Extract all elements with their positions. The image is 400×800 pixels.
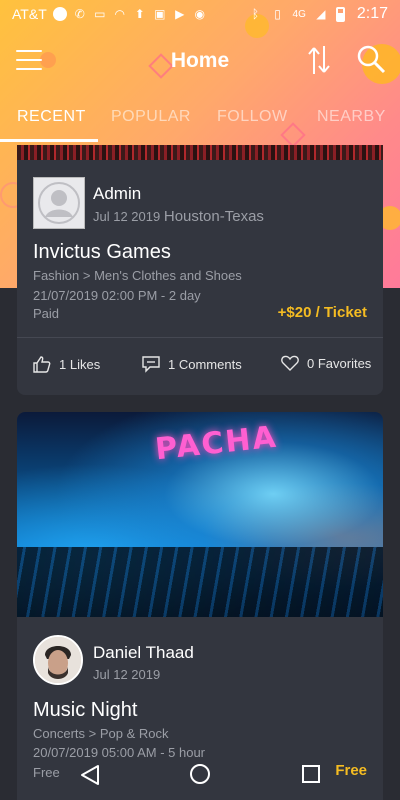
app-header: Home: [0, 36, 400, 86]
favorites-count: 0 Favorites: [307, 355, 372, 371]
favorite-button[interactable]: 0 Favorites: [281, 355, 371, 371]
youtube-icon: ▶: [175, 7, 185, 21]
post-location: Houston-Texas: [163, 208, 264, 225]
post-meta: Jul 12 2019: [93, 667, 160, 682]
clock: 2:17: [356, 5, 388, 22]
image-sign-text: PACHA: [153, 419, 280, 468]
home-icon[interactable]: [190, 764, 210, 784]
comments-count: 1 Comments: [168, 356, 242, 372]
comment-icon: [142, 356, 160, 373]
upload-icon: ⬆: [134, 7, 145, 21]
event-category: Fashion > Men's Clothes and Shoes: [33, 268, 242, 283]
bluetooth-icon: ᛒ: [251, 7, 260, 21]
poster-name[interactable]: Daniel Thaad: [93, 643, 194, 663]
user-photo: [35, 637, 81, 683]
battery-icon: [335, 6, 345, 22]
active-tab-indicator: [0, 139, 98, 142]
tab-recent[interactable]: RECENT: [17, 108, 86, 126]
recent-apps-icon[interactable]: [302, 765, 320, 783]
no-sim-icon: ▭: [94, 7, 106, 21]
app-icon: ◉: [194, 7, 205, 21]
card-actions: 1 Likes 1 Comments 0 Favorites: [17, 350, 383, 378]
poster-name[interactable]: Admin: [93, 184, 141, 204]
sort-icon[interactable]: [306, 44, 332, 76]
status-bar: AT&T ✆ ▭ ◠ ⬆ ▣ ▶ ◉ ᛒ ▯ 4G ◢ 2:17: [0, 0, 400, 28]
tab-bar: RECENT POPULAR FOLLOW NEARBY: [0, 100, 400, 142]
tab-follow[interactable]: FOLLOW: [217, 108, 288, 126]
heart-icon: [281, 355, 299, 371]
tab-popular[interactable]: POPULAR: [111, 108, 191, 126]
network-label: 4G: [292, 8, 306, 20]
likes-count: 1 Likes: [59, 356, 101, 372]
carrier-label: AT&T: [12, 6, 47, 22]
post-meta: Jul 12 2019 Houston-Texas: [93, 208, 264, 225]
divider: [17, 337, 383, 338]
vibrate-icon: ▯: [274, 7, 281, 21]
image-icon: ▣: [154, 7, 166, 21]
search-icon[interactable]: [356, 44, 386, 74]
signal-icon: ◢: [316, 7, 326, 21]
event-image[interactable]: PACHA: [17, 412, 383, 617]
system-nav-bar: [0, 752, 400, 800]
default-user-icon: [38, 182, 80, 224]
tab-nearby[interactable]: NEARBY: [317, 108, 386, 126]
event-title[interactable]: Music Night: [33, 699, 137, 722]
event-category: Concerts > Pop & Rock: [33, 726, 169, 741]
event-image: [17, 145, 383, 160]
page-title: Home: [170, 49, 230, 72]
like-button[interactable]: 1 Likes: [33, 355, 100, 373]
notification-dot-icon: [52, 7, 67, 21]
event-time: 21/07/2019 02:00 PM - 2 day: [33, 288, 201, 303]
event-title[interactable]: Invictus Games: [33, 241, 171, 264]
back-icon[interactable]: [80, 764, 100, 786]
avatar[interactable]: [33, 635, 83, 685]
thumbs-up-icon: [33, 356, 51, 373]
wifi-icon: ◠: [114, 7, 125, 21]
crowd-silhouette: [17, 547, 383, 617]
post-date: Jul 12 2019: [93, 209, 161, 224]
event-card[interactable]: Admin Jul 12 2019 Houston-Texas Invictus…: [17, 145, 383, 395]
avatar[interactable]: [33, 177, 85, 229]
price-type: Paid: [33, 306, 60, 321]
event-card[interactable]: PACHA Daniel Thaad Jul 12 2019 Music Nig…: [17, 412, 383, 800]
event-price: +$20 / Ticket: [277, 304, 367, 321]
comment-button[interactable]: 1 Comments: [142, 355, 242, 373]
missed-call-icon: ✆: [74, 7, 85, 21]
post-date: Jul 12 2019: [93, 667, 161, 682]
